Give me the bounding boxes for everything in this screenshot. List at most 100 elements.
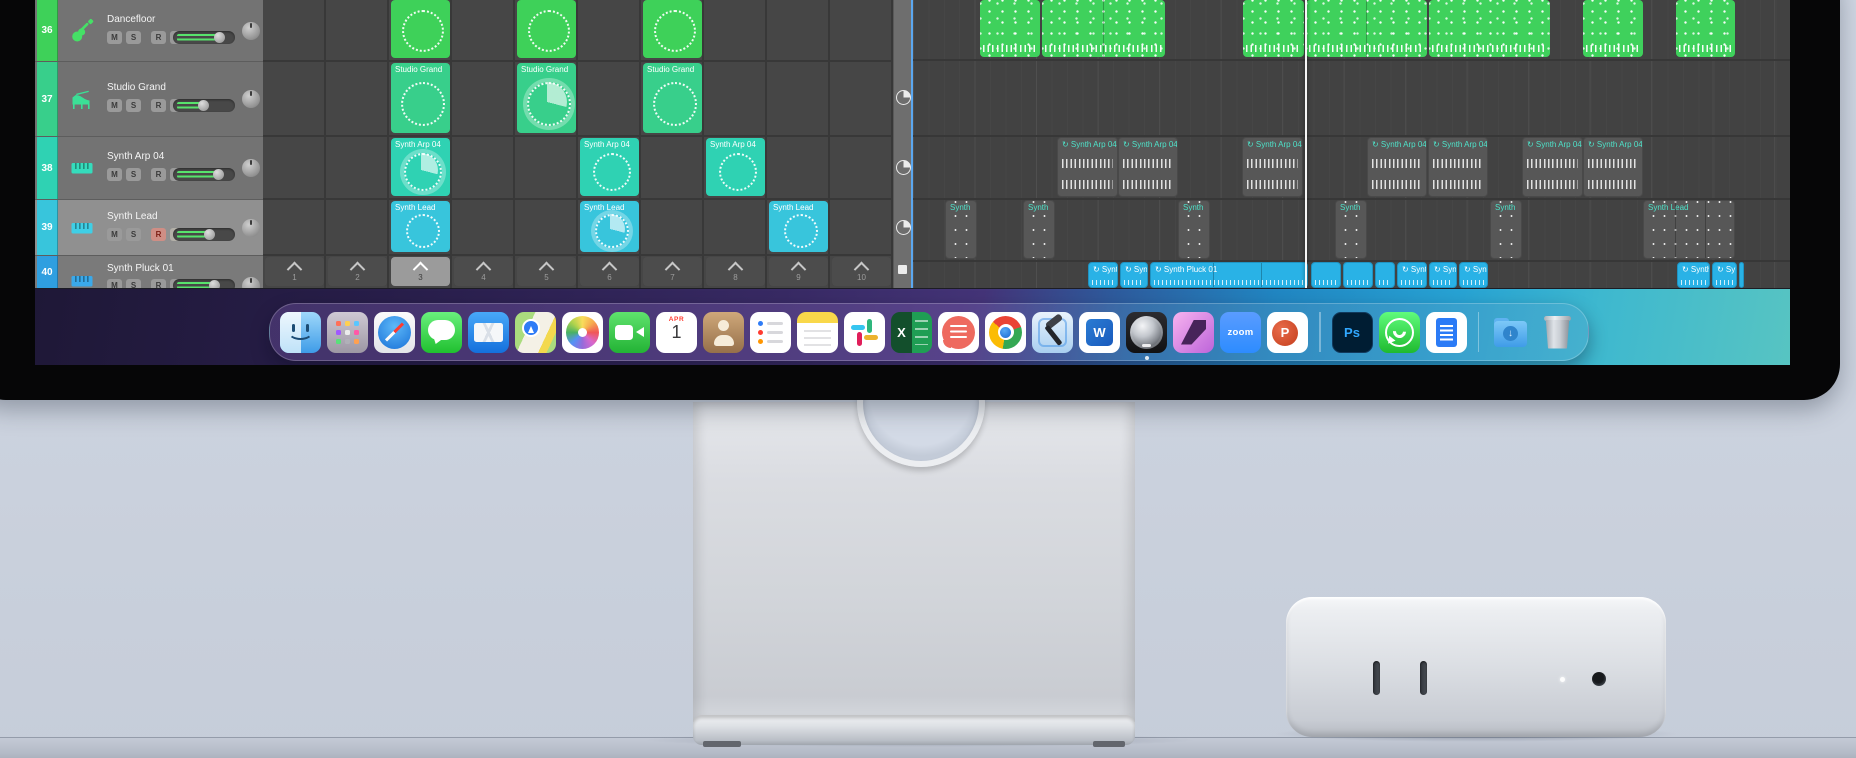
volume-slider[interactable] bbox=[173, 168, 235, 181]
region-synth-pluck[interactable] bbox=[1739, 262, 1744, 288]
loop-cell-studio-grand[interactable]: Studio Grand bbox=[643, 63, 702, 133]
region-synth-pluck[interactable] bbox=[1375, 262, 1395, 288]
track-name[interactable]: Dancefloor bbox=[107, 14, 155, 25]
loop-cell-synth-arp[interactable]: Synth Arp 04 bbox=[580, 138, 639, 196]
region-synth-pluck[interactable]: ↻ Synt bbox=[1120, 262, 1148, 288]
google-docs-icon[interactable] bbox=[1425, 311, 1467, 353]
track-name[interactable]: Synth Lead bbox=[107, 211, 158, 222]
region-synth-arp[interactable]: ↻ Synth Arp 04 bbox=[1428, 137, 1488, 197]
scene-trigger-10[interactable]: 10 bbox=[832, 257, 891, 286]
solo-button[interactable]: S bbox=[126, 168, 141, 181]
region-synth-arp[interactable]: ↻ Synth Arp 04 bbox=[1583, 137, 1643, 197]
solo-button[interactable]: S bbox=[126, 279, 141, 288]
region-synth-pluck[interactable]: ↻ Synth Pluck 01 bbox=[1150, 262, 1308, 288]
region-synth-pluck[interactable]: ↻ Synth bbox=[1677, 262, 1710, 288]
scene-trigger-7[interactable]: 7 bbox=[643, 257, 702, 286]
midi-region-dancefloor[interactable] bbox=[1429, 0, 1550, 57]
quip-icon[interactable] bbox=[938, 311, 979, 353]
region-synth-pluck[interactable]: ↻ Synt bbox=[1429, 262, 1457, 288]
scene-trigger-3-active[interactable]: 3 bbox=[391, 257, 450, 286]
track-header-dancefloor[interactable]: 36 Dancefloor M S R I bbox=[35, 0, 263, 62]
pan-knob[interactable] bbox=[242, 21, 260, 40]
logic-pro-icon[interactable] bbox=[1126, 311, 1167, 360]
scene-trigger-8[interactable]: 8 bbox=[706, 257, 765, 286]
queue-pie-icon[interactable] bbox=[896, 90, 911, 105]
excel-icon[interactable]: X bbox=[891, 311, 932, 353]
pan-knob[interactable] bbox=[242, 277, 260, 288]
volume-slider[interactable] bbox=[173, 99, 235, 112]
playhead[interactable] bbox=[1305, 0, 1307, 288]
contacts-icon[interactable] bbox=[703, 311, 744, 353]
downloads-folder-icon[interactable]: ↓ bbox=[1490, 312, 1531, 353]
loop-cell-studio-grand-playing[interactable]: Studio Grand bbox=[517, 63, 576, 133]
record-button[interactable]: R bbox=[151, 168, 166, 181]
safari-icon[interactable] bbox=[374, 311, 415, 353]
region-synth-pluck[interactable]: ↻ Synt bbox=[1088, 262, 1118, 288]
record-button-armed[interactable]: R bbox=[151, 227, 166, 241]
powerpoint-icon[interactable]: P bbox=[1267, 311, 1308, 353]
stop-all-icon[interactable] bbox=[898, 265, 907, 274]
pan-knob[interactable] bbox=[242, 159, 260, 177]
track-header-synth-pluck[interactable]: 40 Synth Pluck 01 M S R I bbox=[35, 256, 263, 288]
pan-knob[interactable] bbox=[242, 218, 260, 237]
volume-slider[interactable] bbox=[173, 227, 235, 241]
region-synth-arp[interactable]: ↻ Synth Arp 04 bbox=[1367, 137, 1427, 197]
midi-region-dancefloor[interactable] bbox=[980, 0, 1040, 57]
region-synth[interactable]: Synth bbox=[1490, 200, 1522, 259]
launchpad-icon[interactable] bbox=[327, 311, 368, 353]
region-synth-arp[interactable]: ↻ Synth Arp 04 bbox=[1522, 137, 1583, 197]
trash-icon[interactable] bbox=[1537, 312, 1578, 353]
region-synth[interactable]: Synth bbox=[1335, 200, 1367, 259]
scene-trigger-6[interactable]: 6 bbox=[580, 257, 639, 286]
midi-region-dancefloor[interactable] bbox=[1306, 0, 1427, 57]
loop-cell-dancefloor[interactable] bbox=[643, 0, 702, 58]
region-synth[interactable]: Synth bbox=[1023, 200, 1055, 259]
region-synth-lead[interactable]: Synth Lead bbox=[1643, 200, 1735, 259]
maps-icon[interactable] bbox=[515, 311, 556, 353]
mute-button[interactable]: M bbox=[107, 227, 122, 241]
loop-cell-studio-grand[interactable]: Studio Grand bbox=[391, 63, 450, 133]
midi-region-dancefloor[interactable] bbox=[1243, 0, 1304, 57]
reminders-icon[interactable] bbox=[750, 311, 791, 353]
track-name[interactable]: Synth Arp 04 bbox=[107, 151, 164, 162]
queue-pie-icon[interactable] bbox=[896, 160, 911, 175]
messages-icon[interactable] bbox=[421, 311, 462, 353]
affinity-photo-icon[interactable] bbox=[1173, 311, 1214, 353]
loop-cell-dancefloor[interactable] bbox=[517, 0, 576, 58]
midi-region-dancefloor[interactable] bbox=[1583, 0, 1643, 57]
region-synth-arp[interactable]: ↻ Synth Arp 04 bbox=[1242, 137, 1303, 197]
mute-button[interactable]: M bbox=[107, 168, 122, 181]
region-synth-pluck[interactable] bbox=[1343, 262, 1373, 288]
solo-button[interactable]: S bbox=[126, 30, 141, 44]
track-header-synth-lead[interactable]: 39 Synth Lead M S R I bbox=[35, 200, 263, 256]
midi-region-dancefloor[interactable] bbox=[1676, 0, 1735, 57]
volume-slider[interactable] bbox=[173, 30, 235, 44]
record-button[interactable]: R bbox=[151, 279, 166, 288]
loop-cell-synth-lead[interactable]: Synth Lead bbox=[769, 201, 828, 252]
scene-trigger-5[interactable]: 5 bbox=[517, 257, 576, 286]
loop-cell-synth-lead[interactable]: Synth Lead bbox=[391, 201, 450, 252]
loop-cell-synth-lead-playing[interactable]: Synth Lead bbox=[580, 201, 639, 252]
loop-cell-dancefloor[interactable] bbox=[391, 0, 450, 58]
region-synth-arp[interactable]: ↻ Synth Arp 04 bbox=[1057, 137, 1118, 197]
notes-icon[interactable] bbox=[797, 311, 838, 353]
track-name[interactable]: Synth Pluck 01 bbox=[107, 263, 174, 274]
mute-button[interactable]: M bbox=[107, 30, 122, 44]
scene-trigger-2[interactable]: 2 bbox=[328, 257, 387, 286]
region-synth[interactable]: Synth bbox=[1178, 200, 1210, 259]
mute-button[interactable]: M bbox=[107, 279, 122, 288]
slack-icon[interactable] bbox=[844, 311, 885, 353]
record-button[interactable]: R bbox=[151, 30, 166, 44]
facetime-icon[interactable] bbox=[609, 311, 650, 353]
xcode-icon[interactable] bbox=[1032, 311, 1073, 353]
solo-button[interactable]: S bbox=[126, 99, 141, 112]
region-synth-pluck[interactable] bbox=[1311, 262, 1341, 288]
scene-trigger-9[interactable]: 9 bbox=[769, 257, 828, 286]
volume-slider[interactable] bbox=[173, 279, 235, 288]
mute-button[interactable]: M bbox=[107, 99, 122, 112]
solo-button[interactable]: S bbox=[126, 227, 141, 241]
region-synth-pluck[interactable]: ↻ Sy bbox=[1712, 262, 1737, 288]
record-button[interactable]: R bbox=[151, 99, 166, 112]
region-synth[interactable]: Synth bbox=[945, 200, 977, 259]
loop-cell-synth-arp[interactable]: Synth Arp 04 bbox=[706, 138, 765, 196]
